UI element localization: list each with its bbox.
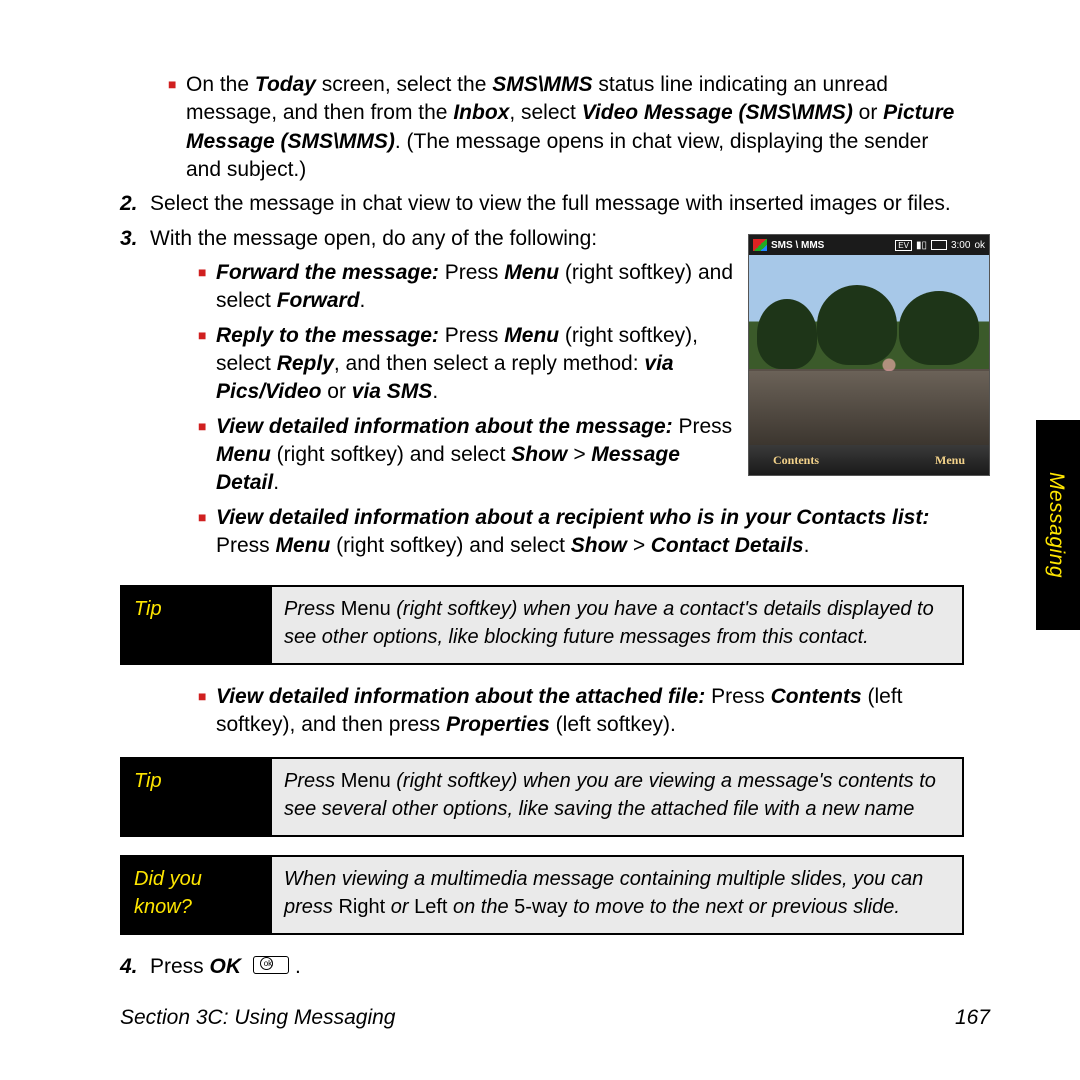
signal-icon: ▮▯: [916, 240, 927, 251]
bullet-icon: ■: [198, 504, 216, 530]
right-softkey-label: Menu: [935, 453, 965, 468]
list-item: ■ On the Today screen, select the SMS\MM…: [168, 71, 960, 184]
list-text: View detailed information about the mess…: [216, 413, 746, 498]
manual-page: Messaging SMS \ MMS EV ▮▯ 3:00 ok Conten…: [0, 0, 1080, 1080]
tree-icon: [757, 299, 817, 369]
step-body: Press OK ok .: [150, 953, 960, 981]
page-footer: Section 3C: Using Messaging 167: [120, 1006, 990, 1030]
bullet-icon: ■: [168, 71, 186, 97]
ok-button-icon: ok: [253, 956, 289, 974]
bullet-icon: ■: [198, 413, 216, 439]
intro-bullets: ■ On the Today screen, select the SMS\MM…: [168, 71, 960, 184]
battery-icon: [931, 240, 947, 250]
bullet-icon: ■: [198, 259, 216, 285]
tip-body: Press Menu (right softkey) when you have…: [272, 587, 962, 663]
phone-time: 3:00: [951, 240, 970, 251]
dyk-body: When viewing a multimedia message contai…: [272, 857, 962, 933]
step-number: 3.: [120, 225, 150, 567]
list-text: Forward the message: Press Menu (right s…: [216, 259, 746, 316]
road-shape: [749, 371, 989, 445]
footer-section: Section 3C: Using Messaging: [120, 1006, 395, 1030]
phone-screenshot: SMS \ MMS EV ▮▯ 3:00 ok Contents Menu: [748, 234, 990, 476]
phone-softkey-bar: Contents Menu: [749, 445, 989, 475]
dyk-label: Did you know?: [122, 857, 272, 933]
list-text: View detailed information about the atta…: [216, 683, 960, 740]
step-number: 2.: [120, 190, 150, 218]
page-content: ■ On the Today screen, select the SMS\MM…: [120, 71, 960, 982]
list-item: ■ View detailed information about the at…: [198, 683, 960, 740]
list-text: On the Today screen, select the SMS\MMS …: [186, 71, 960, 184]
list-text: Reply to the message: Press Menu (right …: [216, 322, 746, 407]
tip-body: Press Menu (right softkey) when you are …: [272, 759, 962, 835]
step-number: 4.: [120, 953, 150, 981]
phone-app-title: SMS \ MMS: [771, 240, 891, 251]
page-number: 167: [955, 1006, 990, 1030]
tree-icon: [899, 291, 979, 365]
list-text: View detailed information about a recipi…: [216, 504, 960, 561]
start-flag-icon: [753, 239, 767, 251]
step-3-sublist-cont: ■ View detailed information about the at…: [198, 683, 960, 740]
step-2: 2. Select the message in chat view to vi…: [120, 190, 960, 218]
phone-photo: [749, 255, 989, 445]
step-3-sublist-wide: ■ View detailed information about a reci…: [198, 504, 960, 561]
tip-label: Tip: [122, 587, 272, 663]
phone-status-bar: SMS \ MMS EV ▮▯ 3:00 ok: [749, 235, 989, 255]
step-4: 4. Press OK ok .: [120, 953, 960, 981]
bullet-icon: ■: [198, 322, 216, 348]
tree-icon: [817, 285, 897, 365]
did-you-know-box: Did you know? When viewing a multimedia …: [120, 855, 964, 935]
tip-box: Tip Press Menu (right softkey) when you …: [120, 585, 964, 665]
bullet-icon: ■: [198, 683, 216, 709]
step-body: Select the message in chat view to view …: [150, 190, 960, 218]
tip-box: Tip Press Menu (right softkey) when you …: [120, 757, 964, 837]
section-tab-label: Messaging: [1044, 472, 1068, 578]
phone-ok-label: ok: [974, 240, 985, 251]
tip-label: Tip: [122, 759, 272, 835]
phone-ev-indicator: EV: [895, 240, 912, 251]
list-item: ■ View detailed information about a reci…: [198, 504, 960, 561]
section-tab: Messaging: [1036, 420, 1080, 630]
left-softkey-label: Contents: [773, 453, 819, 468]
